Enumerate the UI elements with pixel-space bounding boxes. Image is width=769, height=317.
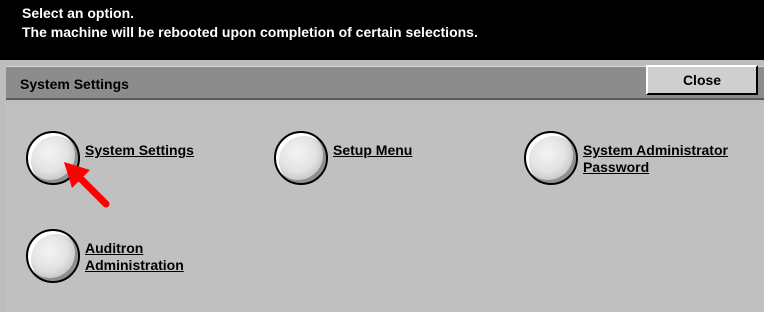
message-bar: Select an option. The machine will be re… [0,0,764,60]
options-panel: System Settings Setup Menu System Admini… [6,103,764,312]
close-button[interactable]: Close [646,65,758,95]
page-title: System Settings [20,76,129,92]
option-system-settings[interactable]: System Settings [26,131,194,185]
screen: Select an option. The machine will be re… [0,0,764,312]
option-auditron-administration[interactable]: Auditron Administration [26,229,184,283]
option-label[interactable]: Setup Menu [333,142,412,159]
message-line-2: The machine will be rebooted upon comple… [22,24,478,40]
title-bar: System Settings Close [6,65,764,100]
message-line-1: Select an option. [22,5,135,21]
radio-button[interactable] [26,131,80,185]
option-system-administrator-password[interactable]: System Administrator Password [524,131,728,185]
radio-button[interactable] [26,229,80,283]
option-label[interactable]: System Administrator Password [583,142,728,176]
radio-button[interactable] [274,131,328,185]
option-label[interactable]: Auditron Administration [85,240,184,274]
option-label[interactable]: System Settings [85,142,194,159]
radio-button[interactable] [524,131,578,185]
option-setup-menu[interactable]: Setup Menu [274,131,412,185]
